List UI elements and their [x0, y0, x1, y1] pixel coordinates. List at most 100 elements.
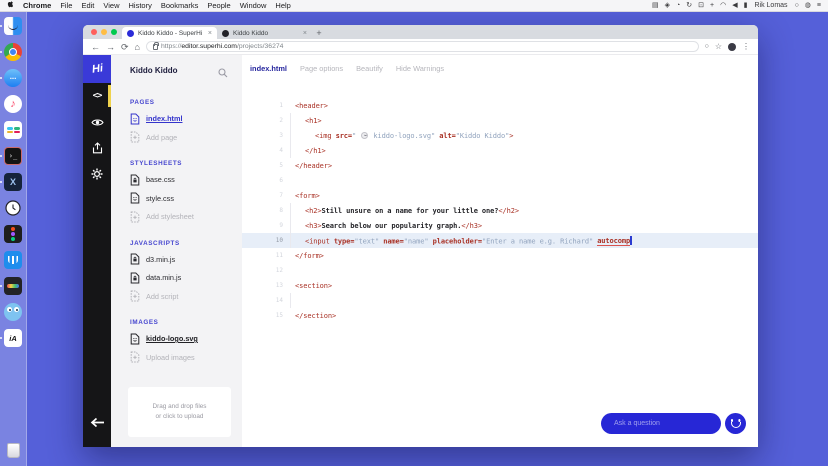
dock-slack-icon[interactable]: [4, 121, 22, 139]
dock-music-icon[interactable]: ♪: [4, 95, 22, 113]
volume-icon[interactable]: ◀: [732, 0, 737, 12]
code-tool-button[interactable]: <>: [83, 83, 111, 109]
superhi-logo[interactable]: Hi: [83, 55, 111, 83]
back-button[interactable]: ←: [91, 39, 100, 55]
refresh-icon[interactable]: ↻: [686, 0, 692, 12]
shield-icon[interactable]: ◈: [665, 0, 670, 12]
siri-icon[interactable]: ◍: [805, 0, 811, 12]
menu-people[interactable]: People: [207, 0, 230, 12]
menu-help[interactable]: Help: [275, 0, 290, 12]
hide-warnings-button[interactable]: Hide Warnings: [396, 64, 444, 73]
file-label: Add script: [146, 292, 178, 301]
zoom-page-icon[interactable]: ○: [705, 43, 709, 50]
tab-close-icon[interactable]: ×: [303, 30, 307, 37]
minimize-window-button[interactable]: [101, 29, 107, 35]
ask-question-button[interactable]: Ask a question: [601, 413, 721, 434]
dock-vscode-icon[interactable]: X: [4, 173, 22, 191]
menu-bar-user-name[interactable]: Rik Lomas: [754, 2, 787, 9]
code-line-12: 12: [242, 263, 758, 278]
display-icon[interactable]: ▤: [652, 0, 659, 12]
section-label-stylesheets: STYLESHEETS: [130, 160, 242, 167]
url-field[interactable]: https://editor.superhi.com/projects/3627…: [146, 41, 699, 52]
menu-bar-trailing-icons: ○ ◍ ≡: [795, 0, 821, 12]
tabs: Kiddo Kiddo - SuperHi× Kiddo Kiddo ×: [122, 27, 312, 39]
browser-tab-1[interactable]: Kiddo Kiddo - SuperHi×: [122, 27, 217, 39]
action-upload-images[interactable]: Upload images: [130, 351, 242, 363]
profile-avatar[interactable]: [728, 43, 736, 51]
dock-gif-app-icon[interactable]: [4, 277, 22, 295]
dock-twitterrific-icon[interactable]: [4, 303, 22, 321]
text-cursor: [630, 236, 632, 245]
file-d3.min.js[interactable]: d3.min.js: [130, 253, 242, 265]
tab-title: Kiddo Kiddo: [233, 30, 299, 37]
dock-terminal-icon[interactable]: ›_: [4, 147, 22, 165]
dock-finder-icon[interactable]: [4, 17, 22, 35]
section-label-images: IMAGES: [130, 319, 242, 326]
new-tab-button[interactable]: +: [312, 27, 326, 39]
airplay-icon[interactable]: ⊡: [698, 0, 704, 12]
dock-ia-writer-icon[interactable]: iA: [4, 329, 22, 347]
spotlight-search-icon[interactable]: ○: [795, 0, 799, 12]
action-add-script[interactable]: Add script: [130, 290, 242, 302]
battery-icon[interactable]: ▮: [744, 0, 748, 12]
browser-tab-2[interactable]: Kiddo Kiddo ×: [217, 27, 312, 39]
file-kiddo-logo.svg[interactable]: kiddo-logo.svg: [130, 333, 242, 345]
page-options-button[interactable]: Page options: [300, 64, 343, 73]
browser-menu-icon[interactable]: ⋮: [742, 42, 750, 51]
editor-tool-rail: Hi <>: [83, 55, 111, 447]
menu-edit[interactable]: Edit: [81, 0, 94, 12]
apple-menu-icon[interactable]: [7, 0, 14, 12]
line-number: 1: [242, 102, 295, 109]
menu-view[interactable]: View: [103, 0, 119, 12]
editor-actions: Page options Beautify Hide Warnings: [300, 64, 444, 73]
file-label: index.html: [146, 114, 183, 123]
apple-logo-icon: [7, 0, 14, 8]
tab-strip: Kiddo Kiddo - SuperHi× Kiddo Kiddo × +: [83, 25, 758, 39]
browser-window: Kiddo Kiddo - SuperHi× Kiddo Kiddo × + ← →…: [83, 25, 758, 447]
dock-trash-icon[interactable]: [4, 442, 22, 460]
search-icon[interactable]: [218, 65, 228, 83]
code-editor-panel: index.html Page options Beautify Hide Warn…: [242, 55, 758, 447]
dock-chrome-icon[interactable]: [4, 43, 22, 61]
menu-chrome[interactable]: Chrome: [23, 0, 51, 12]
settings-tool-button[interactable]: [83, 161, 111, 187]
dock-messages-icon[interactable]: ···: [4, 69, 22, 87]
dock-figma-icon[interactable]: [4, 225, 22, 243]
open-file-tab[interactable]: index.html: [250, 64, 287, 73]
action-add-page[interactable]: Add page: [130, 131, 242, 143]
forward-button[interactable]: →: [106, 39, 115, 55]
file-base.css[interactable]: base.css: [130, 174, 242, 186]
menu-window[interactable]: Window: [240, 0, 267, 12]
file-style.css[interactable]: style.css: [130, 192, 242, 204]
close-window-button[interactable]: [91, 29, 97, 35]
reload-button[interactable]: ⟳: [121, 39, 129, 55]
beautify-button[interactable]: Beautify: [356, 64, 383, 73]
smiley-help-icon[interactable]: [725, 413, 746, 434]
preview-tool-button[interactable]: [83, 109, 111, 135]
upload-dropzone[interactable]: Drag and drop files or click to upload: [128, 387, 231, 437]
upload-tool-button[interactable]: [83, 135, 111, 161]
code-text: <h1>: [305, 117, 321, 125]
menu-bookmarks[interactable]: Bookmarks: [161, 0, 199, 12]
dock-clock-app-icon[interactable]: [4, 199, 22, 217]
bookmark-star-icon[interactable]: ☆: [715, 42, 722, 51]
clock-icon[interactable]: ◔: [676, 0, 680, 12]
plus-icon[interactable]: +: [710, 0, 714, 12]
home-button[interactable]: ⌂: [135, 39, 140, 55]
dock-intercom-icon[interactable]: [4, 251, 22, 269]
file-label: Add page: [146, 133, 177, 142]
menu-file[interactable]: File: [60, 0, 72, 12]
dropzone-text-line1: Drag and drop files: [153, 402, 207, 412]
tab-close-icon[interactable]: ×: [208, 30, 212, 37]
image-preview-chip[interactable]: [361, 132, 368, 139]
menu-history[interactable]: History: [129, 0, 152, 12]
file-lock-icon: [130, 253, 140, 265]
notification-center-icon[interactable]: ≡: [817, 0, 821, 12]
wifi-icon[interactable]: ◠: [720, 0, 726, 12]
file-data.min.js[interactable]: data.min.js: [130, 272, 242, 284]
zoom-window-button[interactable]: [111, 29, 117, 35]
code-area[interactable]: 1<header>2<h1>3<img src=" kiddo-logo.svg…: [242, 98, 758, 323]
file-index.html[interactable]: index.html: [130, 113, 242, 125]
back-to-dashboard-button[interactable]: [83, 409, 111, 435]
action-add-stylesheet[interactable]: Add stylesheet: [130, 211, 242, 223]
